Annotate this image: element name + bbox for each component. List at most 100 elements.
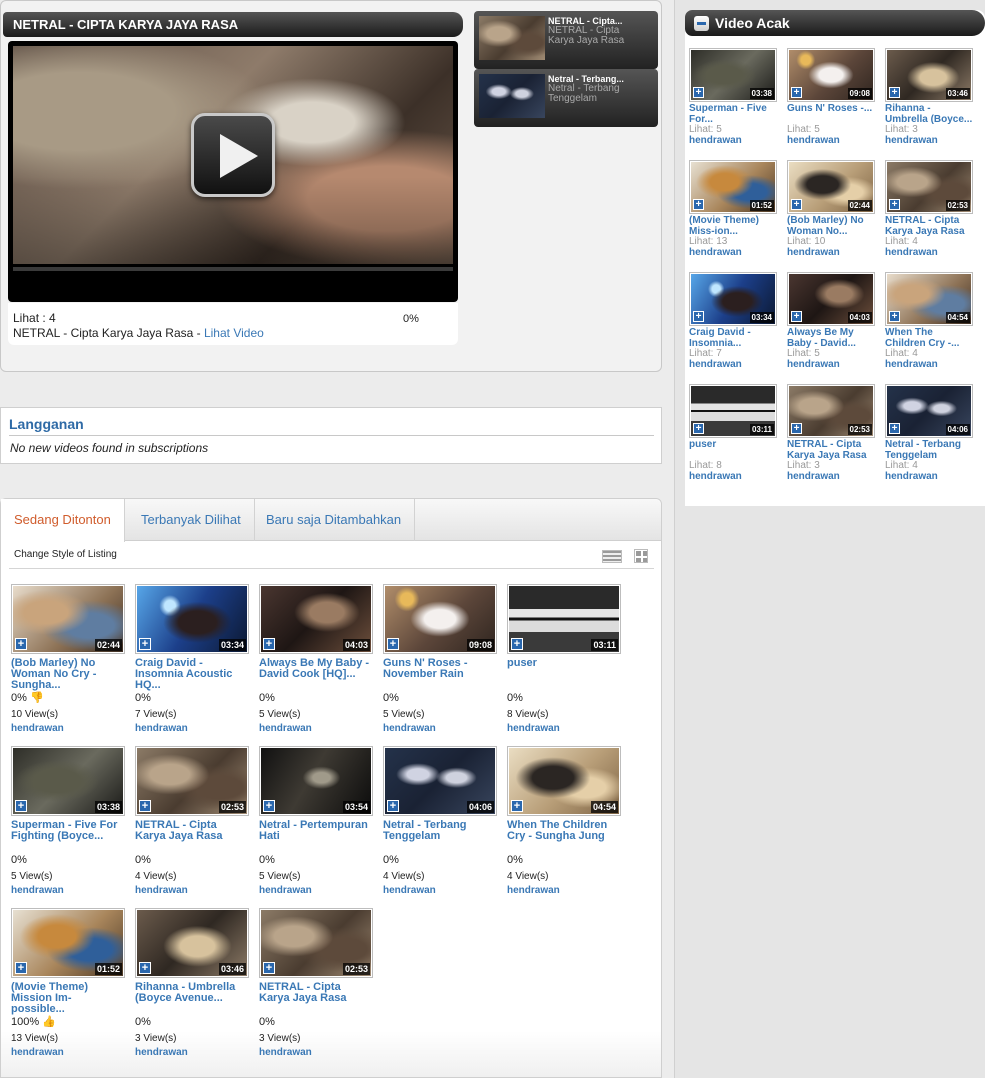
video-thumbnail[interactable]: 03:38 + <box>689 48 777 102</box>
video-title-link[interactable]: Guns N' Roses -... <box>787 103 875 125</box>
video-uploader-link[interactable]: hendrawan <box>507 723 621 734</box>
add-to-playlist-icon[interactable]: + <box>889 199 900 210</box>
video-thumbnail[interactable]: 03:46 + <box>885 48 973 102</box>
list-view-icon[interactable] <box>602 550 622 563</box>
video-title-link[interactable]: (Bob Marley) No Woman No Cry - Sungha... <box>11 658 125 691</box>
grid-view-icon[interactable] <box>634 549 648 563</box>
video-uploader-link[interactable]: hendrawan <box>689 359 777 370</box>
add-to-playlist-icon[interactable]: + <box>511 638 523 650</box>
video-title-link[interactable]: Netral - Terbang Tenggelam <box>885 439 973 461</box>
video-thumbnail[interactable]: 04:03 + <box>259 584 373 654</box>
side-clip-thumbnail[interactable] <box>479 16 545 60</box>
video-thumbnail[interactable]: 03:54 + <box>259 746 373 816</box>
video-uploader-link[interactable]: hendrawan <box>787 247 875 258</box>
video-thumbnail[interactable]: 02:44 + <box>11 584 125 654</box>
video-uploader-link[interactable]: hendrawan <box>135 885 249 896</box>
add-to-playlist-icon[interactable]: + <box>263 800 275 812</box>
video-title-link[interactable]: When The Children Cry -... <box>885 327 973 349</box>
add-to-playlist-icon[interactable]: + <box>791 199 802 210</box>
add-to-playlist-icon[interactable]: + <box>693 87 704 98</box>
video-thumbnail[interactable]: 03:34 + <box>689 272 777 326</box>
video-thumbnail[interactable]: 04:06 + <box>885 384 973 438</box>
video-uploader-link[interactable]: hendrawan <box>259 1047 373 1058</box>
video-thumbnail[interactable]: 02:44 + <box>787 160 875 214</box>
tab-sedang-ditonton[interactable]: Sedang Ditonton <box>1 499 125 542</box>
video-uploader-link[interactable]: hendrawan <box>383 885 497 896</box>
video-uploader-link[interactable]: hendrawan <box>885 135 973 146</box>
watch-video-link[interactable]: Lihat Video <box>204 326 264 340</box>
tab-baru-ditambahkan[interactable]: Baru saja Ditambahkan <box>253 499 416 541</box>
video-title-link[interactable]: (Movie Theme) Miss-ion... <box>689 215 777 237</box>
video-thumbnail[interactable]: 03:34 + <box>135 584 249 654</box>
video-title-link[interactable]: (Bob Marley) No Woman No... <box>787 215 875 237</box>
video-uploader-link[interactable]: hendrawan <box>11 723 125 734</box>
video-thumbnail[interactable]: 01:52 + <box>11 908 125 978</box>
video-thumbnail[interactable]: 02:53 + <box>787 384 875 438</box>
video-thumbnail[interactable]: 03:11 + <box>507 584 621 654</box>
add-to-playlist-icon[interactable]: + <box>791 311 802 322</box>
video-uploader-link[interactable]: hendrawan <box>885 247 973 258</box>
video-uploader-link[interactable]: hendrawan <box>135 723 249 734</box>
add-to-playlist-icon[interactable]: + <box>15 962 27 974</box>
add-to-playlist-icon[interactable]: + <box>139 800 151 812</box>
video-uploader-link[interactable]: hendrawan <box>787 359 875 370</box>
video-title-link[interactable]: Always Be My Baby - David Cook [HQ]... <box>259 658 373 691</box>
side-clip-item[interactable]: NETRAL - Cipta... NETRAL - Cipta Karya J… <box>474 11 658 69</box>
video-title-link[interactable]: Rihanna - Umbrella (Boyce Avenue... <box>135 982 249 1015</box>
video-thumbnail[interactable]: 02:53 + <box>135 746 249 816</box>
side-clip-item[interactable]: Netral - Terbang... Netral - Terbang Ten… <box>474 69 658 127</box>
add-to-playlist-icon[interactable]: + <box>387 638 399 650</box>
video-title-link[interactable]: NETRAL - Cipta Karya Jaya Rasa <box>787 439 875 461</box>
video-title-link[interactable]: Craig David - Insomnia... <box>689 327 777 349</box>
video-thumbnail[interactable]: 09:08 + <box>787 48 875 102</box>
add-to-playlist-icon[interactable]: + <box>791 87 802 98</box>
thumb-up-icon[interactable]: 👍 <box>42 1016 56 1028</box>
video-thumbnail[interactable]: 04:03 + <box>787 272 875 326</box>
video-title-link[interactable]: NETRAL - Cipta Karya Jaya Rasa <box>885 215 973 237</box>
video-thumbnail[interactable]: 04:54 + <box>507 746 621 816</box>
video-uploader-link[interactable]: hendrawan <box>689 247 777 258</box>
add-to-playlist-icon[interactable]: + <box>511 800 523 812</box>
video-uploader-link[interactable]: hendrawan <box>885 471 973 482</box>
video-thumbnail[interactable]: 03:46 + <box>135 908 249 978</box>
add-to-playlist-icon[interactable]: + <box>139 638 151 650</box>
video-uploader-link[interactable]: hendrawan <box>787 471 875 482</box>
video-thumbnail[interactable]: 01:52 + <box>689 160 777 214</box>
add-to-playlist-icon[interactable]: + <box>15 638 27 650</box>
video-thumbnail[interactable]: 03:38 + <box>11 746 125 816</box>
add-to-playlist-icon[interactable]: + <box>889 423 900 434</box>
video-uploader-link[interactable]: hendrawan <box>787 135 875 146</box>
video-uploader-link[interactable]: hendrawan <box>11 885 125 896</box>
video-title-link[interactable]: When The Children Cry - Sungha Jung <box>507 820 621 853</box>
add-to-playlist-icon[interactable]: + <box>791 423 802 434</box>
video-title-link[interactable]: Superman - Five For... <box>689 103 777 125</box>
add-to-playlist-icon[interactable]: + <box>387 800 399 812</box>
video-player[interactable] <box>8 41 458 302</box>
add-to-playlist-icon[interactable]: + <box>693 423 704 434</box>
video-thumbnail[interactable]: 04:06 + <box>383 746 497 816</box>
add-to-playlist-icon[interactable]: + <box>139 962 151 974</box>
video-uploader-link[interactable]: hendrawan <box>135 1047 249 1058</box>
video-uploader-link[interactable]: hendrawan <box>383 723 497 734</box>
video-uploader-link[interactable]: hendrawan <box>507 885 621 896</box>
video-title-link[interactable]: Always Be My Baby - David... <box>787 327 875 349</box>
video-uploader-link[interactable]: hendrawan <box>11 1047 125 1058</box>
video-uploader-link[interactable]: hendrawan <box>259 885 373 896</box>
add-to-playlist-icon[interactable]: + <box>15 800 27 812</box>
video-title-link[interactable]: NETRAL - Cipta Karya Jaya Rasa <box>259 982 373 1015</box>
video-title-link[interactable]: Netral - Terbang Tenggelam <box>383 820 497 853</box>
add-to-playlist-icon[interactable]: + <box>263 638 275 650</box>
video-uploader-link[interactable]: hendrawan <box>885 359 973 370</box>
add-to-playlist-icon[interactable]: + <box>889 87 900 98</box>
video-thumbnail[interactable]: 02:53 + <box>885 160 973 214</box>
video-title-link[interactable]: Guns N' Roses - November Rain <box>383 658 497 691</box>
video-title-link[interactable]: puser <box>507 658 621 691</box>
video-uploader-link[interactable]: hendrawan <box>689 135 777 146</box>
tab-terbanyak-dilihat[interactable]: Terbanyak Dilihat <box>128 499 255 541</box>
video-title-link[interactable]: Rihanna - Umbrella (Boyce... <box>885 103 973 125</box>
collapse-icon[interactable] <box>694 16 709 31</box>
video-thumbnail[interactable]: 09:08 + <box>383 584 497 654</box>
player-progress-bar[interactable] <box>13 267 453 271</box>
video-thumbnail[interactable]: 04:54 + <box>885 272 973 326</box>
video-title-link[interactable]: Craig David - Insomnia Acoustic HQ... <box>135 658 249 691</box>
